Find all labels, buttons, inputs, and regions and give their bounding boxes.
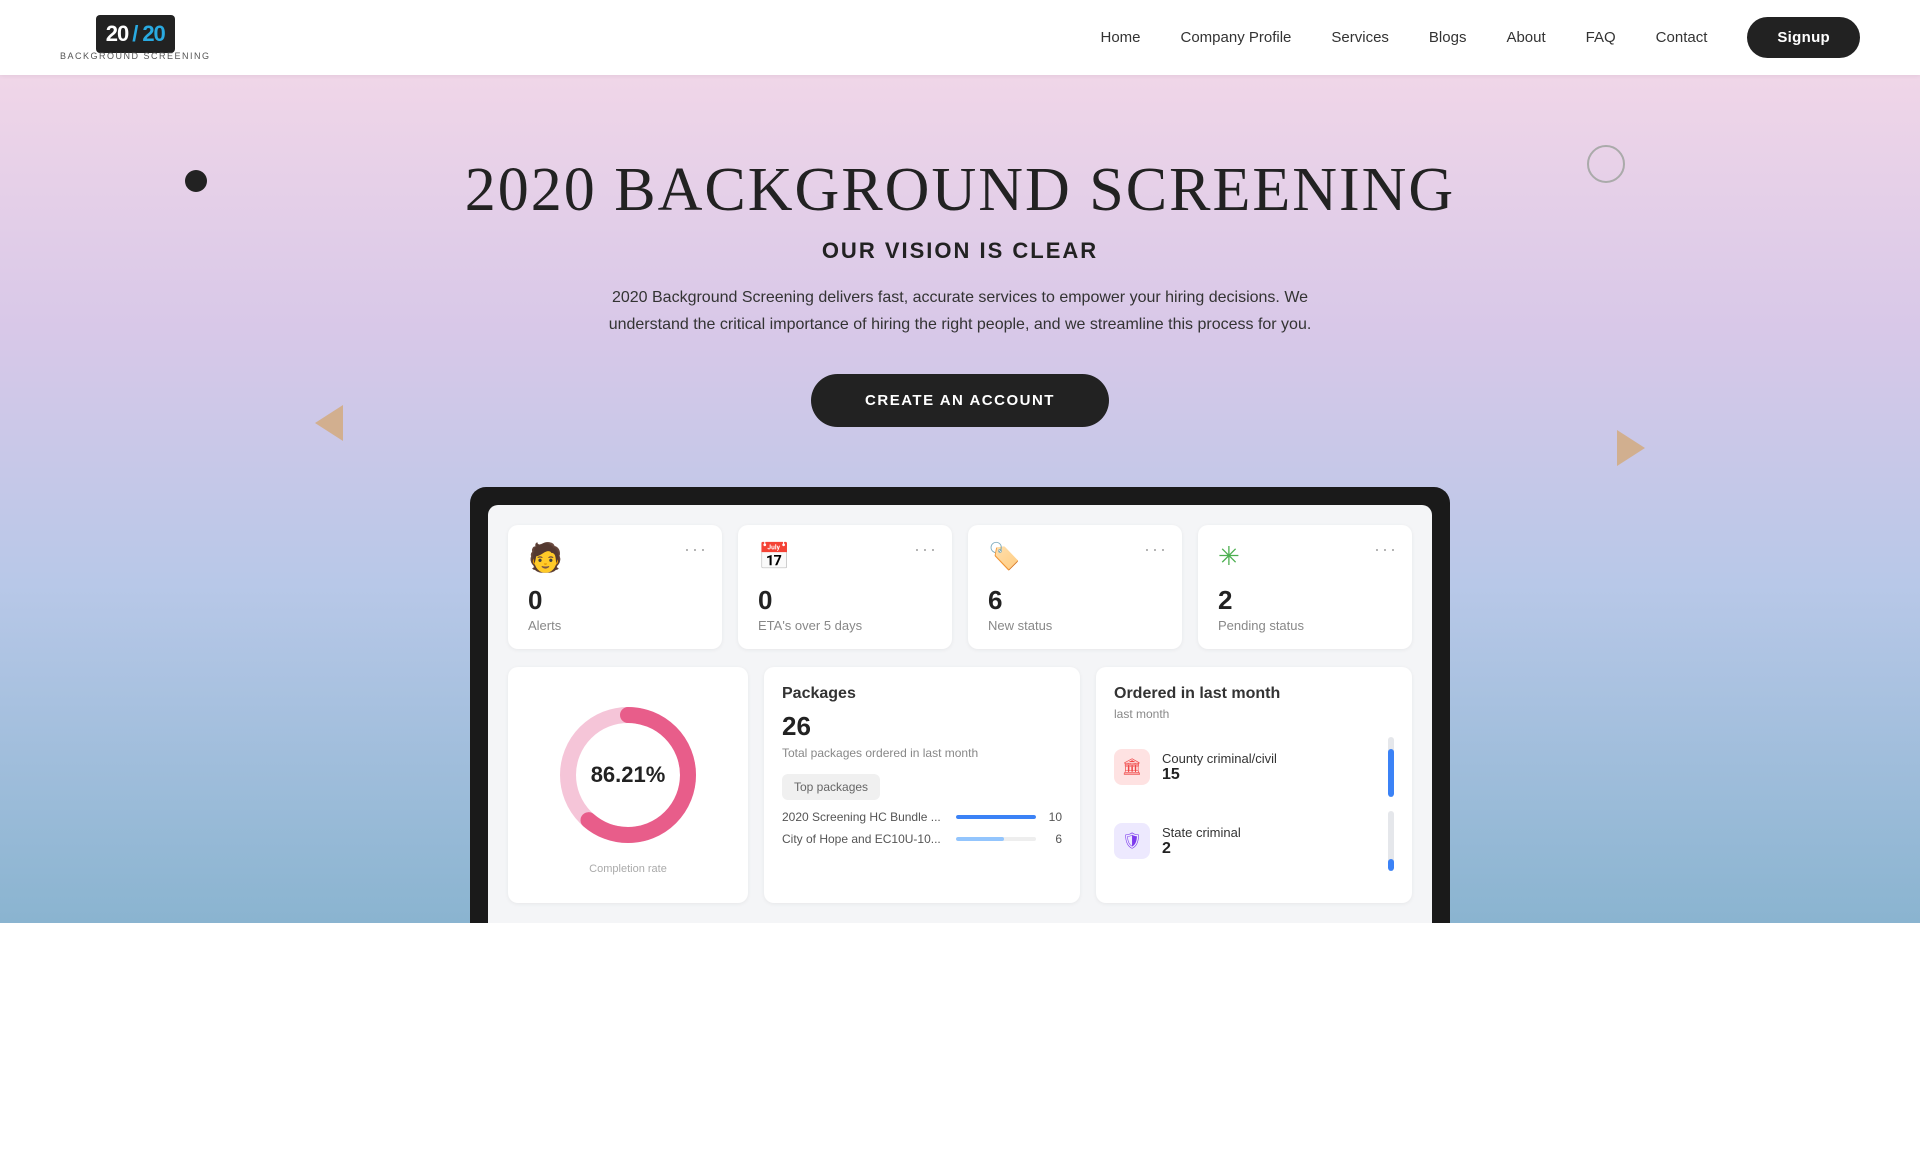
nav-link-company-profile[interactable]: Company Profile <box>1181 29 1292 46</box>
card-menu-dots[interactable]: ··· <box>1144 539 1168 560</box>
spinner-icon: ✳ <box>1218 541 1254 577</box>
package-bar-2 <box>956 837 1036 841</box>
orders-title: Ordered in last month <box>1114 685 1394 703</box>
hero-description: 2020 Background Screening delivers fast,… <box>570 284 1350 338</box>
order-bar-fill-2 <box>1388 859 1394 871</box>
packages-title: Packages <box>782 685 1062 703</box>
order-count-2: 2 <box>1162 840 1376 858</box>
order-icon-building: 🏛 <box>1114 749 1150 785</box>
logo-subtitle: BACKGROUND SCREENING <box>60 51 211 61</box>
new-status-number: 6 <box>988 585 1162 616</box>
order-bar-1 <box>1388 737 1394 797</box>
package-name-2: City of Hope and EC10U-10... <box>782 832 948 846</box>
dashboard-mockup: ··· 🧑 0 Alerts ··· 📅 0 ETA's over 5 days… <box>470 487 1450 923</box>
nav-link-blogs[interactable]: Blogs <box>1429 29 1467 46</box>
order-info-2: State criminal 2 <box>1162 825 1376 858</box>
card-menu-dots[interactable]: ··· <box>684 539 708 560</box>
pending-status-number: 2 <box>1218 585 1392 616</box>
packages-count: 26 <box>782 711 1062 742</box>
donut-text: 86.21% <box>591 762 666 788</box>
orders-card: Ordered in last month last month 🏛 Count… <box>1096 667 1412 903</box>
signup-button[interactable]: Signup <box>1747 17 1860 58</box>
eta-label: ETA's over 5 days <box>758 618 932 633</box>
alerts-number: 0 <box>528 585 702 616</box>
stat-card-new-status: ··· 🏷️ 6 New status <box>968 525 1182 649</box>
pending-status-label: Pending status <box>1218 618 1392 633</box>
hero-triangle-right-decoration <box>1617 430 1645 466</box>
package-name-1: 2020 Screening HC Bundle ... <box>782 810 948 824</box>
card-menu-dots[interactable]: ··· <box>1374 539 1398 560</box>
package-bar-1 <box>956 815 1036 819</box>
stat-cards-row: ··· 🧑 0 Alerts ··· 📅 0 ETA's over 5 days… <box>508 525 1412 649</box>
dashboard-inner: ··· 🧑 0 Alerts ··· 📅 0 ETA's over 5 days… <box>488 505 1432 923</box>
logo-text-left: 20 <box>106 21 128 47</box>
calendar-icon: 📅 <box>758 541 794 577</box>
bottom-cards-row: 86.21% Completion rate Packages 26 Total… <box>508 667 1412 903</box>
package-bar-fill-1 <box>956 815 1036 819</box>
package-value-2: 6 <box>1044 832 1062 846</box>
donut-percentage: 86.21% <box>591 762 666 788</box>
logo: 20 / 20 BACKGROUND SCREENING <box>60 15 211 61</box>
hero-dot-decoration <box>185 170 207 192</box>
nav-links: Home Company Profile Services Blogs Abou… <box>1100 17 1860 58</box>
create-account-button[interactable]: CREATE AN ACCOUNT <box>811 374 1109 427</box>
stat-card-pending-status: ··· ✳ 2 Pending status <box>1198 525 1412 649</box>
nav-link-about[interactable]: About <box>1506 29 1545 46</box>
order-name-1: County criminal/civil <box>1162 751 1376 766</box>
package-value-1: 10 <box>1044 810 1062 824</box>
package-row-1: 2020 Screening HC Bundle ... 10 <box>782 810 1062 824</box>
new-status-label: New status <box>988 618 1162 633</box>
order-name-2: State criminal <box>1162 825 1376 840</box>
nav-link-contact[interactable]: Contact <box>1656 29 1708 46</box>
top-packages-label: Top packages <box>782 774 880 800</box>
eta-number: 0 <box>758 585 932 616</box>
completion-rate-card: 86.21% Completion rate <box>508 667 748 903</box>
stat-card-eta: ··· 📅 0 ETA's over 5 days <box>738 525 952 649</box>
tag-icon: 🏷️ <box>988 541 1024 577</box>
nav-link-home[interactable]: Home <box>1100 29 1140 46</box>
navbar: 20 / 20 BACKGROUND SCREENING Home Compan… <box>0 0 1920 75</box>
donut-chart: 86.21% <box>548 695 708 855</box>
donut-label: Completion rate <box>589 863 667 875</box>
package-row-2: City of Hope and EC10U-10... 6 <box>782 832 1062 846</box>
orders-period: last month <box>1114 707 1394 721</box>
order-row-1: 🏛 County criminal/civil 15 <box>1114 737 1394 797</box>
card-menu-dots[interactable]: ··· <box>914 539 938 560</box>
order-count-1: 15 <box>1162 766 1376 784</box>
hero-triangle-left-decoration <box>315 405 343 441</box>
order-bar-2 <box>1388 811 1394 871</box>
hero-section: 2020 BACKGROUND SCREENING OUR VISION IS … <box>0 75 1920 923</box>
hero-title: 2020 BACKGROUND SCREENING <box>465 155 1455 226</box>
hero-subtitle: OUR VISION IS CLEAR <box>822 238 1098 264</box>
stat-card-alerts: ··· 🧑 0 Alerts <box>508 525 722 649</box>
logo-slash: / <box>132 21 138 47</box>
package-bar-fill-2 <box>956 837 1004 841</box>
nav-link-services[interactable]: Services <box>1331 29 1389 46</box>
hero-circle-decoration <box>1587 145 1625 183</box>
packages-sublabel: Total packages ordered in last month <box>782 746 1062 760</box>
order-info-1: County criminal/civil 15 <box>1162 751 1376 784</box>
order-bar-fill-1 <box>1388 749 1394 797</box>
person-icon: 🧑 <box>528 541 564 577</box>
logo-text-right: 20 <box>142 21 164 47</box>
nav-link-faq[interactable]: FAQ <box>1586 29 1616 46</box>
order-icon-shield: 🛡 <box>1114 823 1150 859</box>
order-row-2: 🛡 State criminal 2 <box>1114 811 1394 871</box>
packages-card: Packages 26 Total packages ordered in la… <box>764 667 1080 903</box>
alerts-label: Alerts <box>528 618 702 633</box>
